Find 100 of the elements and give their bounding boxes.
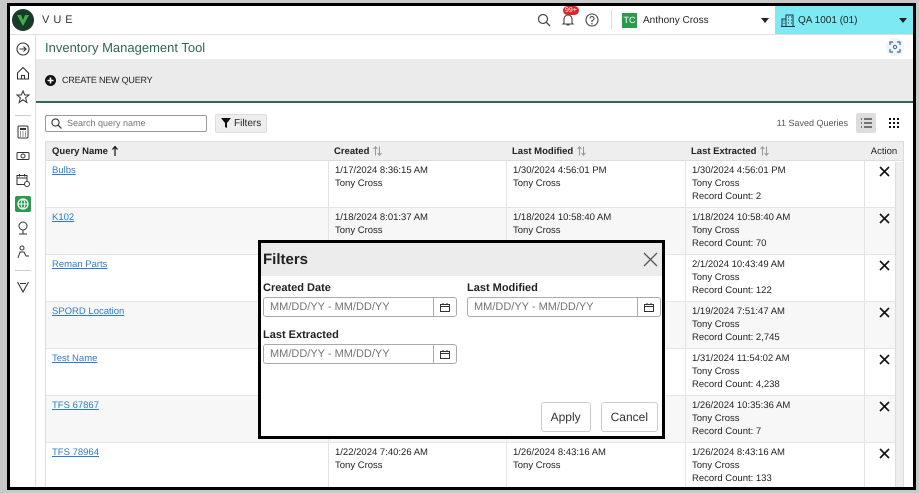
query-name-link[interactable]: Test Name xyxy=(52,354,98,364)
help-icon[interactable] xyxy=(585,13,599,27)
scan-icon[interactable] xyxy=(886,38,904,56)
calendar-icon[interactable] xyxy=(440,350,450,358)
plus-icon xyxy=(45,74,56,86)
table-cell-text: Tony Cross xyxy=(692,226,741,236)
field-label: Last Extracted xyxy=(263,329,340,341)
table-cell-text: 1/26/2024 8:43:16 AM xyxy=(513,448,607,458)
table-cell-text: Tony Cross xyxy=(513,226,562,236)
app-logo-text: VUE xyxy=(42,14,77,26)
search-icon xyxy=(51,118,62,128)
funnel-icon xyxy=(221,118,231,128)
date-range-box[interactable]: MM/DD/YY - MM/DD/YY xyxy=(263,297,457,317)
calculator-icon[interactable] xyxy=(14,124,30,140)
table-cell-text: 1/31/2024 11:54:02 AM xyxy=(692,354,791,364)
caret-icon xyxy=(899,18,907,22)
column-header: Action xyxy=(870,146,898,156)
table-cell-text: 1/26/2024 8:43:16 AM xyxy=(692,448,786,458)
user-avatar: TC xyxy=(622,12,637,28)
table-cell-text: Tony Cross xyxy=(692,320,741,330)
scrollbar[interactable] xyxy=(895,162,903,487)
table-cell-text: 1/18/2024 8:01:37 AM xyxy=(335,213,429,223)
delete-icon[interactable] xyxy=(879,260,890,271)
table-cell-text: 1/30/2024 4:56:01 PM xyxy=(513,166,608,176)
caret-icon[interactable] xyxy=(761,18,769,22)
page-title: Inventory Management Tool xyxy=(45,40,206,54)
create-query-button[interactable]: CREATE NEW QUERY xyxy=(45,74,152,86)
field-label: Last Modified xyxy=(467,282,539,294)
column-header[interactable]: Last Modified xyxy=(512,146,574,156)
table-cell-text: Record Count: 2,745 xyxy=(692,333,781,343)
table-cell-text: 1/18/2024 10:58:40 AM xyxy=(692,213,792,223)
query-name-link[interactable]: Bulbs xyxy=(52,166,76,176)
star-icon[interactable] xyxy=(14,89,30,105)
column-header[interactable]: Query Name xyxy=(52,146,108,156)
calendar-icon[interactable] xyxy=(14,172,30,188)
search-icon[interactable] xyxy=(537,13,551,27)
table-cell-text: Tony Cross xyxy=(335,226,384,236)
table-cell-text: 2/1/2024 10:43:49 AM xyxy=(692,260,786,270)
exit-icon[interactable] xyxy=(14,41,30,57)
table-cell-text: Record Count: 4,238 xyxy=(692,380,781,390)
filters-button[interactable]: Filters xyxy=(215,114,268,132)
table-cell-text: Record Count: 133 xyxy=(692,474,773,484)
table-cell-text: Tony Cross xyxy=(692,367,741,377)
delete-icon[interactable] xyxy=(879,213,890,224)
building-icon xyxy=(781,14,795,26)
column-header[interactable]: Last Extracted xyxy=(691,146,756,156)
sort-ascending-icon[interactable] xyxy=(112,146,118,156)
delete-icon[interactable] xyxy=(879,307,890,318)
delete-icon[interactable] xyxy=(879,401,890,412)
table-cell-text: Tony Cross xyxy=(335,461,384,471)
query-name-link[interactable]: TFS 67867 xyxy=(52,401,99,411)
date-range-box[interactable]: MM/DD/YY - MM/DD/YY xyxy=(263,344,457,364)
table-cell-text: 1/18/2024 10:58:40 AM xyxy=(513,213,612,223)
close-icon[interactable] xyxy=(643,252,658,267)
table-cell-text: 1/26/2024 10:35:36 AM xyxy=(692,401,792,411)
delete-icon[interactable] xyxy=(879,166,890,177)
table-cell-text: Record Count: 70 xyxy=(692,239,768,249)
query-name-link[interactable]: K102 xyxy=(52,213,74,223)
globe-icon[interactable] xyxy=(14,196,30,212)
logo-icon xyxy=(12,9,34,31)
calendar-icon[interactable] xyxy=(440,302,450,312)
list-view-button[interactable] xyxy=(856,113,876,133)
table-cell-text: Record Count: 2 xyxy=(692,192,762,202)
date-range-box[interactable]: MM/DD/YY - MM/DD/YY xyxy=(467,297,661,317)
person-icon[interactable] xyxy=(14,244,30,260)
grid-icon xyxy=(888,117,900,129)
dialog-button[interactable]: Apply xyxy=(540,402,591,432)
table-cell-text: Tony Cross xyxy=(335,179,384,189)
table-cell-text: 1/17/2024 8:36:15 AM xyxy=(335,166,429,176)
table-cell-text: Tony Cross xyxy=(513,179,562,189)
column-header[interactable]: Created xyxy=(334,146,370,156)
dialog-title: Filters xyxy=(263,251,310,268)
dialog-button[interactable]: Cancel xyxy=(600,402,658,432)
query-name-link[interactable]: Reman Parts xyxy=(52,260,108,270)
table-cell-text: Tony Cross xyxy=(692,179,741,189)
table-cell-text: 1/19/2024 7:51:47 AM xyxy=(692,307,786,317)
calendar-icon[interactable] xyxy=(644,302,654,312)
table-cell-text: Tony Cross xyxy=(692,461,741,471)
query-name-link[interactable]: TFS 78964 xyxy=(52,448,99,458)
table-cell-text: Tony Cross xyxy=(692,414,741,424)
field-label: Created Date xyxy=(263,282,332,294)
home-icon[interactable] xyxy=(14,65,30,81)
saved-queries-count: 11 Saved Queries xyxy=(776,118,848,128)
table-cell-text: Record Count: 7 xyxy=(692,427,762,437)
query-name-link[interactable]: SPORD Location xyxy=(52,307,124,317)
date-range-field[interactable]: MM/DD/YY - MM/DD/YY xyxy=(264,345,433,363)
user-name[interactable]: Anthony Cross xyxy=(643,14,761,26)
date-range-field[interactable]: MM/DD/YY - MM/DD/YY xyxy=(468,298,637,316)
delete-icon[interactable] xyxy=(879,448,890,459)
delete-icon[interactable] xyxy=(879,354,890,365)
list-icon xyxy=(860,117,872,129)
date-range-field[interactable]: MM/DD/YY - MM/DD/YY xyxy=(264,298,433,316)
location-selector[interactable]: QA 1001 (01) xyxy=(775,6,913,34)
table-cell-text: Record Count: 122 xyxy=(692,286,773,296)
table-cell-text: Tony Cross xyxy=(692,273,741,283)
table-cell-text: Tony Cross xyxy=(513,461,562,471)
search-box[interactable]: Search query name xyxy=(45,114,207,132)
table-cell-text: 1/30/2024 4:56:01 PM xyxy=(692,166,786,176)
chevron-icon[interactable] xyxy=(14,279,30,295)
bell-icon[interactable] xyxy=(561,13,575,27)
